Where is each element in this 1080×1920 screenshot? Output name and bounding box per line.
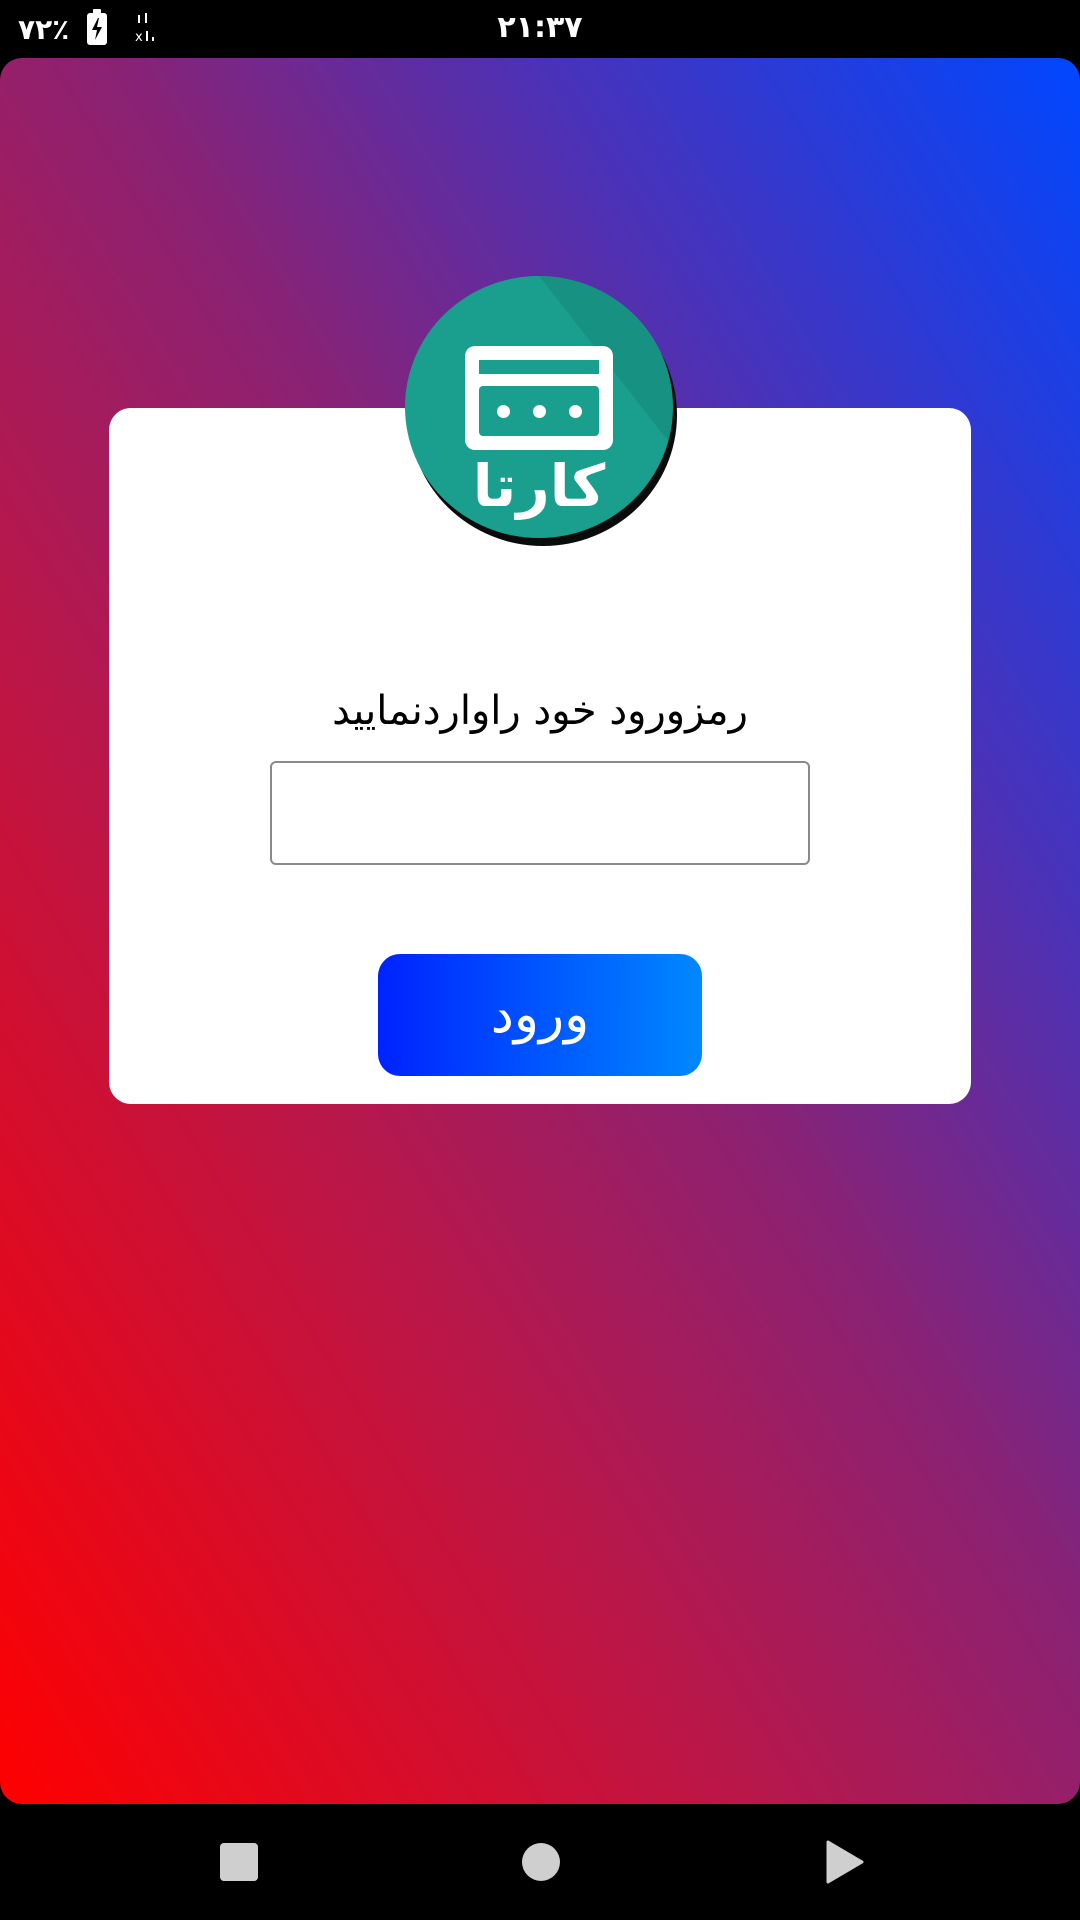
password-input[interactable] (270, 761, 810, 865)
app-background: کارتا رمزورود خود راواردنمایید ورود (0, 58, 1080, 1804)
password-prompt-label: رمزورود خود راواردنمایید (332, 688, 748, 734)
status-time: ۲۱:۳۷ (497, 10, 583, 45)
back-triangle-icon (826, 1840, 864, 1884)
recents-square-icon (220, 1843, 258, 1881)
navigation-bar (0, 1804, 1080, 1920)
status-bar: ۷۲٪ x ۲۱:۳۷ (0, 0, 1080, 58)
login-button[interactable]: ورود (378, 954, 702, 1076)
app-logo: کارتا (405, 276, 673, 538)
home-button[interactable] (519, 1840, 563, 1884)
credit-card-icon (465, 346, 613, 450)
logo-text: کارتا (472, 452, 606, 520)
recents-button[interactable] (217, 1840, 261, 1884)
back-button[interactable] (822, 1840, 866, 1884)
home-circle-icon (522, 1843, 560, 1881)
